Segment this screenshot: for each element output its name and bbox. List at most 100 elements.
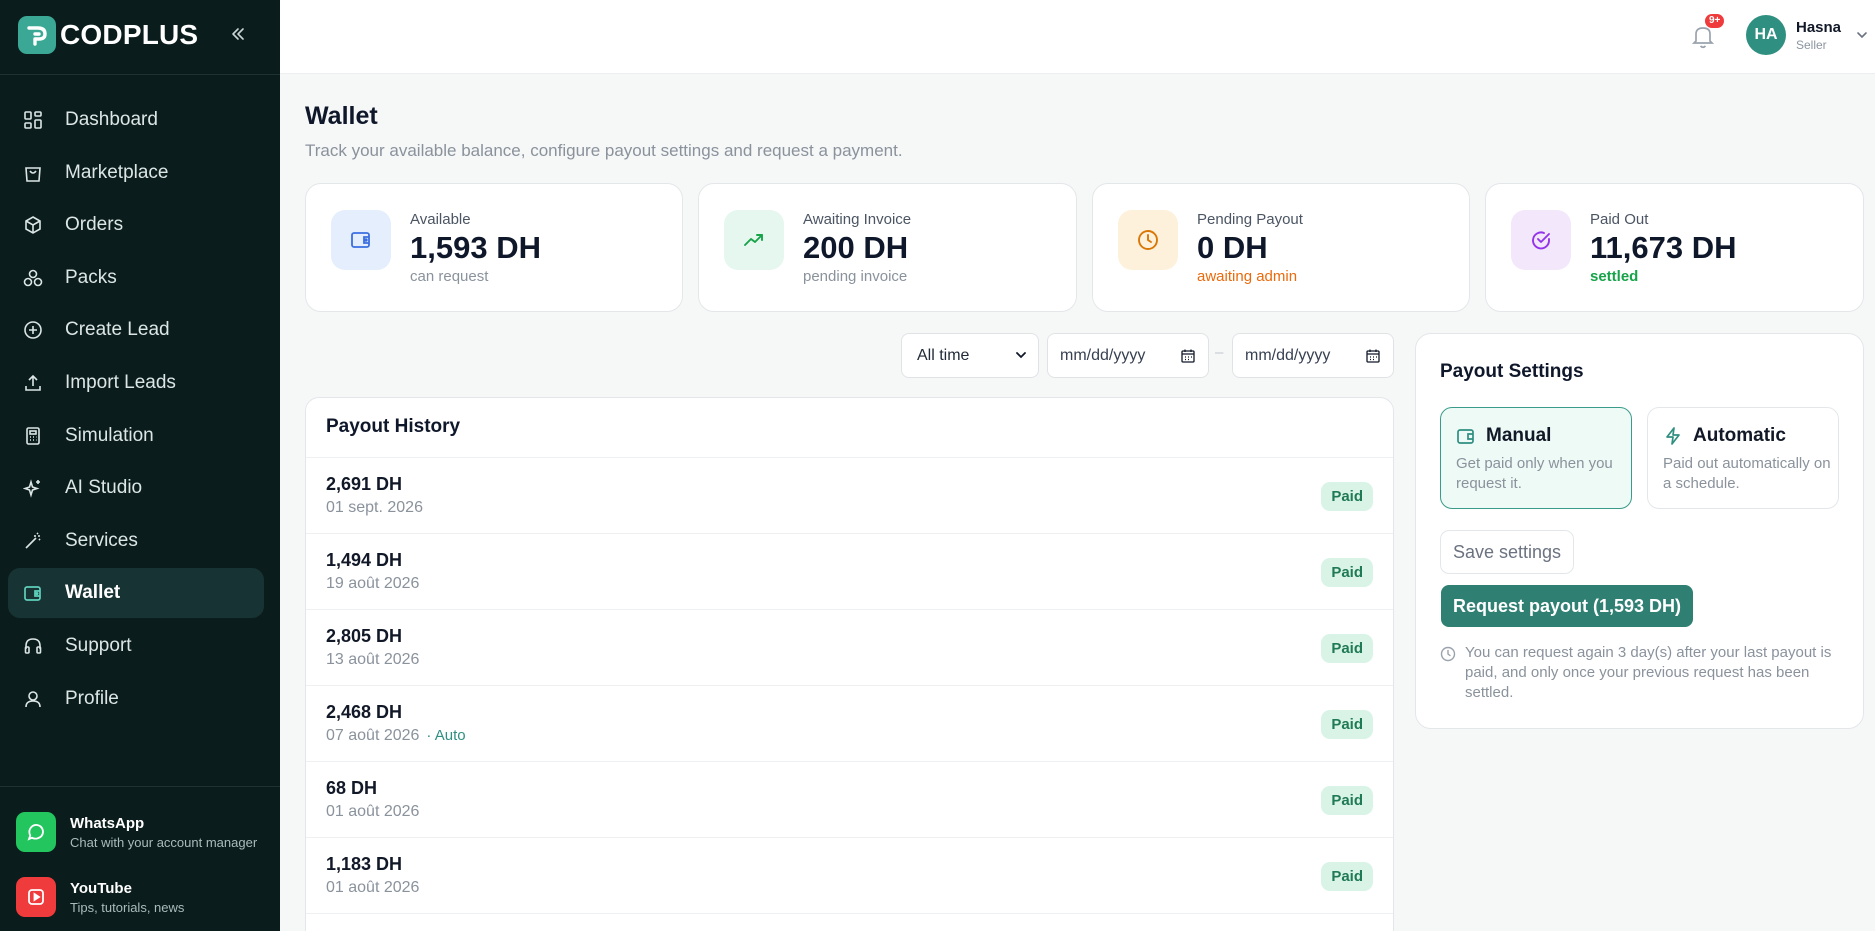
- sidebar-item-label: Orders: [65, 214, 124, 236]
- page-subtitle: Track your available balance, configure …: [305, 141, 903, 160]
- sidebar-item-label: Dashboard: [65, 109, 158, 130]
- option-description: Get paid only when you request it.: [1456, 455, 1613, 492]
- sidebar-item-profile[interactable]: Profile: [8, 674, 264, 724]
- stat-card-available: Available 1,593 DH can request: [305, 183, 683, 312]
- plus-circle-icon: [21, 318, 45, 342]
- sidebar-item-services[interactable]: Services: [8, 516, 264, 566]
- date-range-value: All time: [917, 346, 970, 364]
- payout-history-title: Payout History: [326, 416, 461, 437]
- sidebar-item-label: Services: [65, 529, 138, 551]
- payout-history-panel: Payout History 2,691 DH 01 sept. 2026 Pa…: [305, 397, 1394, 931]
- status-badge: Paid: [1321, 634, 1373, 663]
- payout-date: 07 août 2026: [326, 727, 420, 744]
- sidebar-item-ai-studio[interactable]: AI Studio: [8, 463, 264, 513]
- sidebar-item-import-leads[interactable]: Import Leads: [8, 358, 264, 408]
- sidebar-item-label: Marketplace: [65, 161, 169, 183]
- date-to-input[interactable]: mm/dd/yyyy: [1232, 333, 1394, 378]
- user-icon: [21, 687, 45, 711]
- sidebar-item-label: Support: [65, 634, 132, 656]
- sidebar-item-create-lead[interactable]: Create Lead: [8, 305, 264, 355]
- date-from-input[interactable]: mm/dd/yyyy: [1047, 333, 1209, 378]
- payout-amount: 2,805 DH: [326, 626, 403, 646]
- stat-card-paid-out: Paid Out 11,673 DH settled: [1485, 183, 1864, 312]
- payout-amount: 1,494 DH: [326, 550, 403, 570]
- wallet-icon: [21, 581, 45, 605]
- date-to-placeholder: mm/dd/yyyy: [1245, 346, 1331, 364]
- payout-date: 19 août 2026: [326, 575, 420, 592]
- headphones-icon: [21, 634, 45, 658]
- stat-label: Pending Payout: [1197, 211, 1303, 228]
- sidebar-item-orders[interactable]: Orders: [8, 200, 264, 250]
- whatsapp-link[interactable]: WhatsApp Chat with your account manager: [16, 810, 266, 854]
- stat-subtext: settled: [1590, 268, 1639, 285]
- option-title: Automatic: [1693, 425, 1786, 446]
- sidebar-item-label: Import Leads: [65, 371, 176, 393]
- stat-value: 11,673 DH: [1590, 230, 1737, 265]
- stat-subtext: can request: [410, 268, 489, 285]
- wallet-icon: [1457, 429, 1474, 444]
- check-circle-icon: [1511, 210, 1571, 270]
- sidebar-item-dashboard[interactable]: Dashboard: [8, 95, 264, 145]
- sidebar-item-marketplace[interactable]: Marketplace: [8, 148, 264, 198]
- calendar-icon[interactable]: [1365, 348, 1381, 364]
- sidebar-item-simulation[interactable]: Simulation: [8, 411, 264, 461]
- brand-name: CODPLUS: [60, 19, 199, 50]
- stat-label: Available: [410, 211, 471, 228]
- request-payout-button[interactable]: Request payout (1,593 DH): [1441, 585, 1694, 627]
- calendar-icon[interactable]: [1180, 348, 1196, 364]
- payout-date: 01 août 2026: [326, 803, 420, 820]
- payout-mode-manual[interactable]: Manual Get paid only when you request it…: [1440, 407, 1632, 509]
- clock-icon: [1440, 646, 1456, 662]
- list-item[interactable]: 2,805 DH 13 août 2026 Paid: [306, 610, 1393, 686]
- stat-card-awaiting-invoice: Awaiting Invoice 200 DH pending invoice: [698, 183, 1077, 312]
- user-role: Seller: [1796, 37, 1827, 52]
- sidebar: CODPLUS Dashboard Marketplace Orders Pac…: [0, 0, 280, 931]
- chevron-down-icon: [1016, 352, 1026, 359]
- payout-amount: 1,183 DH: [326, 854, 403, 874]
- stat-value: 200 DH: [803, 230, 909, 265]
- wallet-icon: [331, 210, 391, 270]
- box-icon: [21, 213, 45, 237]
- promo-title: YouTube: [70, 879, 132, 897]
- sidebar-item-packs[interactable]: Packs: [8, 253, 264, 303]
- list-item[interactable]: 2,691 DH 01 sept. 2026 Paid: [306, 458, 1393, 534]
- sidebar-item-label: Profile: [65, 687, 119, 709]
- notification-badge: 9+: [1705, 14, 1725, 28]
- promo-subtitle: Chat with your account manager: [70, 834, 258, 850]
- status-badge: Paid: [1321, 862, 1373, 891]
- status-badge: Paid: [1321, 710, 1373, 739]
- status-badge: Paid: [1321, 786, 1373, 815]
- youtube-link[interactable]: YouTube Tips, tutorials, news: [16, 875, 266, 919]
- stat-card-pending-payout: Pending Payout 0 DH awaiting admin: [1092, 183, 1470, 312]
- payout-mode-automatic[interactable]: Automatic Paid out automatically on a sc…: [1647, 407, 1839, 509]
- stat-label: Awaiting Invoice: [803, 211, 912, 228]
- list-item[interactable]: 1,494 DH 19 août 2026 Paid: [306, 534, 1393, 610]
- brand[interactable]: CODPLUS: [18, 16, 198, 54]
- trending-up-icon: [724, 210, 784, 270]
- sidebar-item-label: Wallet: [65, 582, 121, 604]
- sidebar-item-wallet[interactable]: Wallet: [8, 568, 264, 619]
- page-title: Wallet: [305, 102, 378, 130]
- payout-settings-title: Payout Settings: [1440, 361, 1584, 382]
- list-item[interactable]: 68 DH 01 août 2026 Paid: [306, 762, 1393, 838]
- brand-logo-icon: [18, 16, 56, 54]
- payout-amount: 2,468 DH: [326, 702, 403, 722]
- clock-icon: [1118, 210, 1178, 270]
- list-item[interactable]: 2,468 DH 07 août 2026 · Auto Paid: [306, 686, 1393, 762]
- stat-subtext: awaiting admin: [1197, 268, 1298, 285]
- promo-subtitle: Tips, tutorials, news: [70, 899, 185, 915]
- date-range-select[interactable]: All time: [901, 333, 1039, 378]
- shopping-bag-icon: [21, 161, 45, 185]
- sidebar-item-support[interactable]: Support: [8, 621, 264, 671]
- notifications-button[interactable]: 9+: [1690, 14, 1725, 50]
- save-settings-button[interactable]: Save settings: [1440, 530, 1575, 574]
- payout-note: You can request again 3 day(s) after you…: [1465, 644, 1832, 701]
- sidebar-item-label: Create Lead: [65, 319, 170, 341]
- option-title: Manual: [1486, 425, 1552, 446]
- list-item[interactable]: 1,183 DH 01 août 2026 Paid: [306, 838, 1393, 914]
- collapse-sidebar-icon[interactable]: [226, 22, 250, 46]
- stat-label: Paid Out: [1590, 211, 1649, 228]
- user-menu[interactable]: HA Hasna Seller: [1746, 15, 1869, 55]
- youtube-icon: [16, 877, 56, 917]
- payout-amount: 2,691 DH: [326, 474, 403, 494]
